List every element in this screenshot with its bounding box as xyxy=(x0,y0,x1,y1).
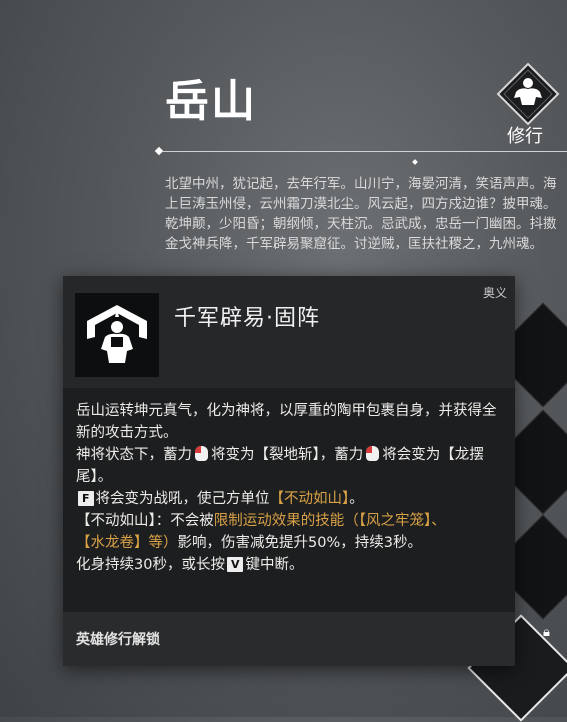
skill-tooltip: 千军辟易·固阵 奥义 岳山运转坤元真气，化为神将，以厚重的陶甲包裹自身，并获得全… xyxy=(63,276,515,666)
desc-highlight: 【不动如山】 xyxy=(269,491,350,507)
desc-text: 影响，伤害减免提升50%，持续3秒。 xyxy=(177,535,422,551)
hero-lore: 北望中州，犹记起，去年行军。山川宁，海晏河清，笑语声声。海上巨涛玉州侵，云州霜刀… xyxy=(165,174,565,254)
mouse-right-click-icon xyxy=(195,446,208,461)
key-f-icon: F xyxy=(78,491,94,506)
desc-text: 神将状态下，蓄力 xyxy=(76,447,192,463)
desc-text: 【不动如山】：不会被 xyxy=(76,513,214,529)
desc-highlight: 【水龙卷】 xyxy=(76,535,149,551)
desc-paragraph: F 将会变为战吼，使己方单位【不动如山】。 xyxy=(76,488,506,510)
lore-paragraph: 北望中州，犹记起，去年行军。山川宁，海晏河清，笑语声声。海上巨涛玉州侵，云州霜刀… xyxy=(165,176,557,212)
muscle-figure-icon xyxy=(496,62,560,126)
divider-ornament xyxy=(412,159,418,165)
desc-text: 将会变为战吼，使己方单位 xyxy=(95,491,270,507)
skill-name: 千军辟易·固阵 xyxy=(174,306,320,331)
desc-text: 化身持续30秒，或长按 xyxy=(76,557,225,573)
desc-highlight: 等） xyxy=(148,535,178,551)
practice-label[interactable]: 修行 xyxy=(507,122,543,148)
title-divider xyxy=(162,151,567,152)
tooltip-header: 千军辟易·固阵 奥义 xyxy=(63,276,515,388)
hero-name-title: 岳山 xyxy=(165,76,257,127)
desc-paragraph: 化身持续30秒，或长按 V 键中断。 xyxy=(76,554,506,576)
desc-highlight: 【风之牢笼】 xyxy=(358,513,432,529)
practice-badge[interactable] xyxy=(496,62,560,126)
desc-highlight: 限制运动效果的技能（ xyxy=(213,513,359,529)
desc-paragraph: 神将状态下，蓄力 将变为【裂地斩】，蓄力 将会变为【龙摆尾】。 xyxy=(76,444,506,488)
desc-text: 。 xyxy=(349,491,364,507)
tooltip-footer: 英雄修行解锁 xyxy=(63,612,515,666)
desc-text: 将变为【裂地斩】，蓄力 xyxy=(211,447,364,463)
skill-description: 岳山运转坤元真气，化为神将，以厚重的陶甲包裹自身，并获得全新的攻击方式。 神将状… xyxy=(76,400,506,576)
desc-text: 键中断。 xyxy=(245,557,304,573)
lore-paragraph: 乾坤颠，少阳昏；朝纲倾，天柱沉。忌武成，忠岳一门幽困。抖擞金戈神兵降，千军辟易聚… xyxy=(165,216,557,252)
skill-icon-frame xyxy=(75,293,159,377)
desc-paragraph: 岳山运转坤元真气，化为神将，以厚重的陶甲包裹自身，并获得全新的攻击方式。 xyxy=(76,403,497,441)
armored-general-icon xyxy=(87,305,147,363)
unlock-condition: 英雄修行解锁 xyxy=(76,632,160,648)
desc-paragraph: 【不动如山】：不会被限制运动效果的技能（【风之牢笼】、【水龙卷】等）影响，伤害减… xyxy=(76,510,506,554)
mouse-right-click-icon xyxy=(366,446,380,461)
desc-highlight: 、 xyxy=(431,513,446,529)
skill-type-label: 奥义 xyxy=(482,286,507,300)
key-v-icon: V xyxy=(226,557,244,572)
